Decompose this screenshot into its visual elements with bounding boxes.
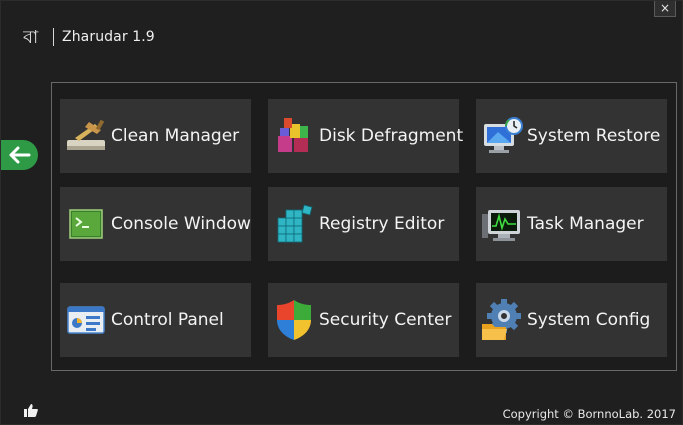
tile-system-config[interactable]: System Config [476, 283, 667, 357]
thumbs-up-icon [24, 403, 38, 417]
tile-label: Console Window [111, 214, 251, 234]
tile-label: Control Panel [111, 310, 224, 330]
tile-label: System Restore [527, 126, 661, 146]
app-logo: বা [23, 26, 45, 48]
tile-security-center[interactable]: Security Center [268, 283, 459, 357]
tile-control-panel[interactable]: Control Panel [60, 283, 251, 357]
tile-label: Registry Editor [319, 214, 445, 234]
tile-console-window[interactable]: Console Window [60, 187, 251, 261]
app-header: বা Zharudar 1.9 [23, 25, 155, 49]
tile-label: Task Manager [527, 214, 644, 234]
close-button[interactable]: × [654, 1, 676, 17]
task-manager-icon [480, 202, 524, 246]
tile-label: Disk Defragment [319, 126, 464, 146]
tile-task-manager[interactable]: Task Manager [476, 187, 667, 261]
shield-icon [272, 298, 316, 342]
console-icon [64, 202, 108, 246]
tile-registry-editor[interactable]: Registry Editor [268, 187, 459, 261]
svg-text:বা: বা [23, 27, 39, 48]
defrag-icon [272, 114, 316, 158]
tile-system-restore[interactable]: System Restore [476, 99, 667, 173]
registry-icon [272, 202, 316, 246]
back-button[interactable] [1, 140, 38, 170]
app-title: Zharudar 1.9 [62, 29, 155, 45]
like-button[interactable] [23, 403, 39, 417]
restore-icon [480, 114, 524, 158]
tile-label: Clean Manager [111, 126, 240, 146]
header-divider [53, 28, 54, 46]
tile-label: Security Center [319, 310, 452, 330]
copyright-text: Copyright © BornnoLab. 2017 [502, 407, 676, 421]
app-window: × বা Zharudar 1.9 Clean Manager Disk Def… [0, 0, 683, 425]
tile-clean-manager[interactable]: Clean Manager [60, 99, 251, 173]
broom-icon [64, 114, 108, 158]
gear-folder-icon [480, 298, 524, 342]
arrow-left-icon [9, 146, 30, 164]
tools-panel: Clean Manager Disk Defragment System Res… [51, 82, 677, 371]
tile-label: System Config [527, 310, 651, 330]
control-panel-icon [64, 298, 108, 342]
tile-disk-defragment[interactable]: Disk Defragment [268, 99, 463, 173]
